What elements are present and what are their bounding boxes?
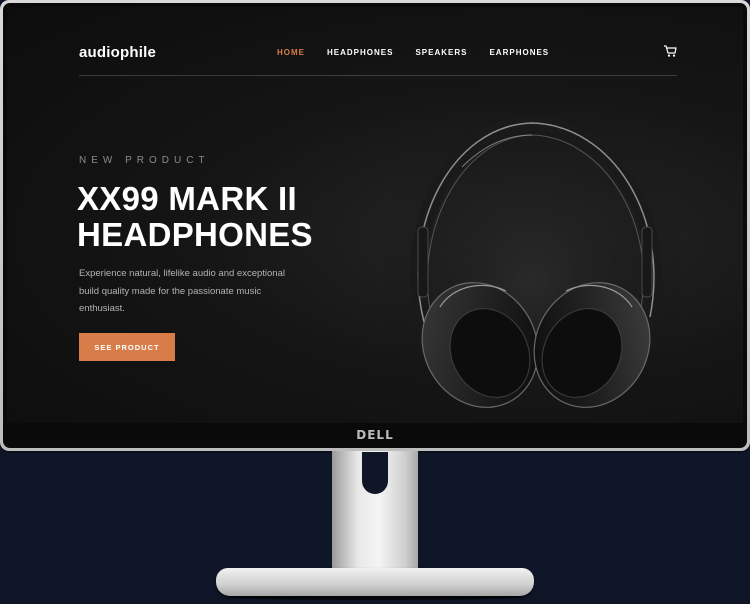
nav-divider bbox=[79, 75, 677, 76]
hero-description: Experience natural, lifelike audio and e… bbox=[79, 268, 285, 314]
monitor: audiophile HOME HEADPHONES SPEAKERS EARP… bbox=[0, 0, 750, 451]
main-nav: HOME HEADPHONES SPEAKERS EARPHONES bbox=[277, 48, 549, 57]
hero-title-line2: HEADPHONES bbox=[77, 216, 313, 253]
website-screen: audiophile HOME HEADPHONES SPEAKERS EARP… bbox=[7, 7, 743, 423]
nav-earphones[interactable]: EARPHONES bbox=[489, 48, 549, 57]
nav-home[interactable]: HOME bbox=[277, 48, 305, 57]
monitor-brand-logo: DELL bbox=[356, 428, 394, 442]
cart-icon[interactable] bbox=[663, 44, 677, 58]
hero-overline: NEW PRODUCT bbox=[79, 155, 210, 166]
see-product-button[interactable]: SEE PRODUCT bbox=[79, 333, 175, 361]
nav-headphones[interactable]: HEADPHONES bbox=[327, 48, 393, 57]
hero-title: XX99 MARK II HEADPHONES bbox=[77, 181, 377, 253]
monitor-stand-cable-slot bbox=[362, 452, 388, 494]
monitor-bezel: audiophile HOME HEADPHONES SPEAKERS EARP… bbox=[3, 3, 747, 448]
nav-speakers[interactable]: SPEAKERS bbox=[415, 48, 467, 57]
hero-title-line1: XX99 MARK II bbox=[77, 180, 297, 217]
site-logo[interactable]: audiophile bbox=[79, 44, 156, 61]
monitor-stand-base bbox=[216, 568, 534, 596]
headphones-image bbox=[382, 107, 682, 423]
